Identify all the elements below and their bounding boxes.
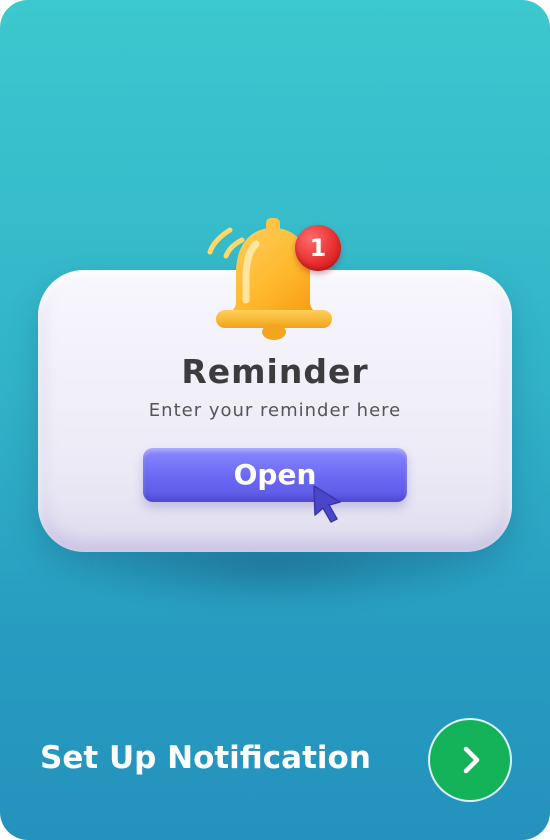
open-button[interactable]: Open [143, 448, 407, 502]
notification-screen: 1 Reminder Enter your reminder here Open… [0, 0, 550, 840]
reminder-title: Reminder [181, 352, 369, 391]
chevron-right-icon [463, 746, 480, 774]
setup-notification-label: Set Up Notification [40, 740, 371, 776]
notification-count-badge: 1 [295, 225, 341, 271]
next-button[interactable] [430, 720, 510, 800]
reminder-subtitle: Enter your reminder here [148, 400, 402, 421]
mouse-pointer-icon [310, 482, 346, 526]
